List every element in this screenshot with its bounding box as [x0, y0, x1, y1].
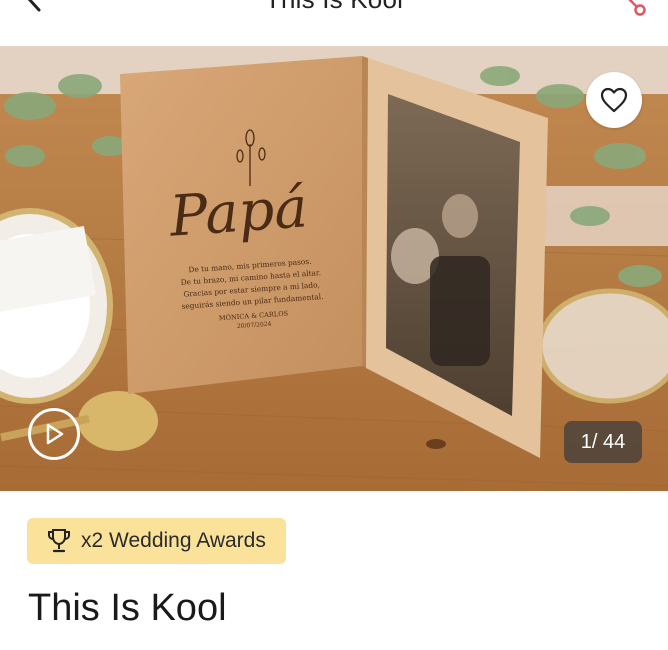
share-icon[interactable]	[616, 0, 646, 16]
awards-label: x2 Wedding Awards	[81, 529, 266, 552]
play-icon	[46, 423, 64, 445]
play-video-button[interactable]	[28, 408, 80, 460]
trophy-icon	[48, 529, 70, 553]
listing-title: This Is Kool	[28, 587, 227, 629]
image-counter: 1/ 44	[564, 421, 642, 463]
heart-icon	[600, 87, 628, 113]
header-title: This Is Kool	[0, 0, 668, 15]
wedding-awards-badge[interactable]: x2 Wedding Awards	[27, 518, 286, 564]
plaque-name: Papá	[167, 175, 310, 250]
favorite-button[interactable]	[586, 72, 642, 128]
top-bar: This Is Kool	[0, 0, 668, 46]
product-image-gallery[interactable]: Papá De tu mano, mis primeros pasos. De …	[0, 46, 668, 491]
